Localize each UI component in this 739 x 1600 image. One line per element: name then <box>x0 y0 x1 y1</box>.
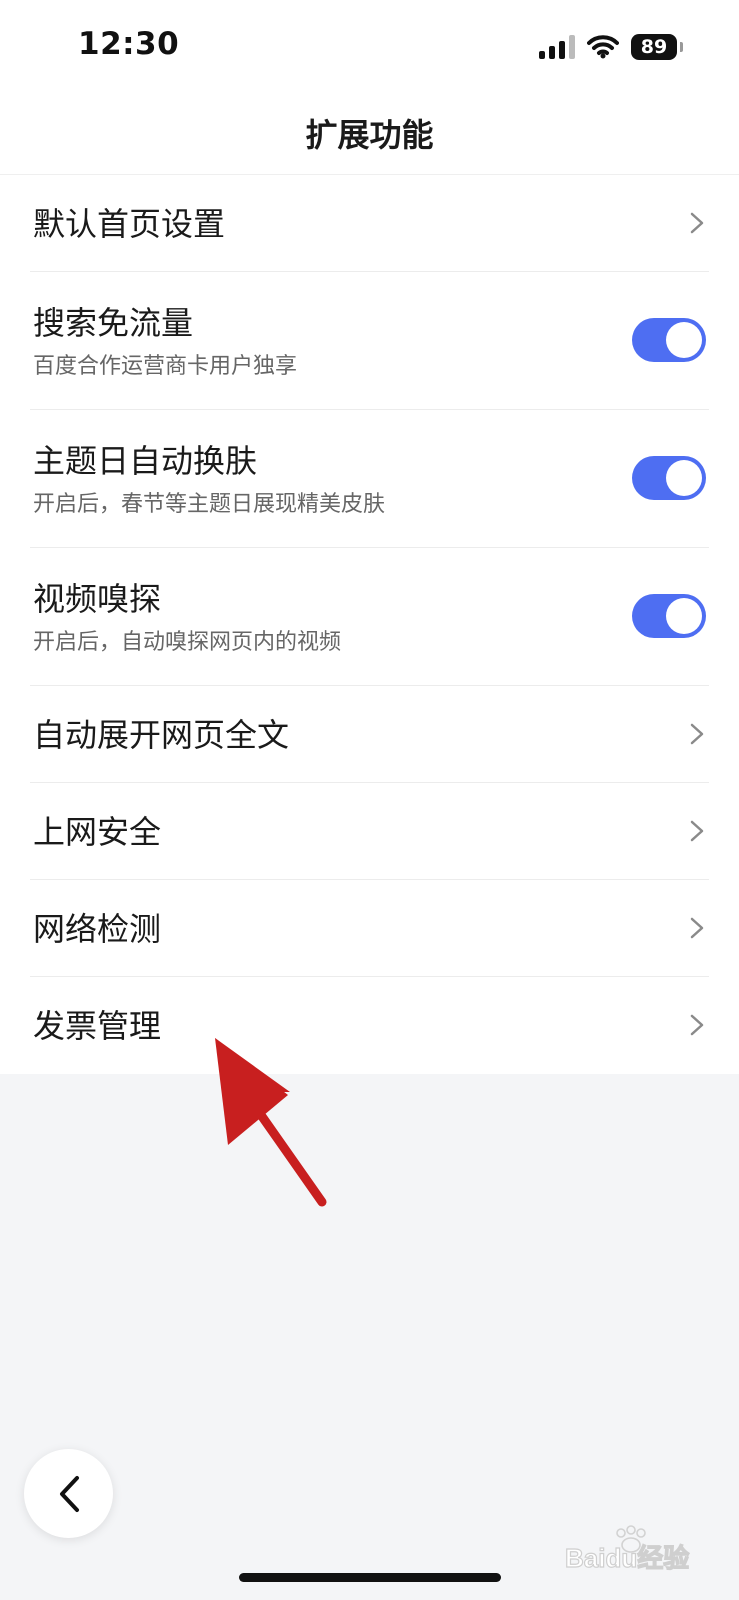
setting-title: 视频嗅探 <box>33 580 162 618</box>
toggle-knob <box>666 322 702 358</box>
setting-subtitle: 百度合作运营商卡用户独享 <box>33 354 298 379</box>
setting-title: 自动展开网页全文 <box>33 716 290 754</box>
nav-bar: 扩展功能 <box>0 96 739 175</box>
toggle-knob <box>666 460 702 496</box>
setting-title: 发票管理 <box>33 1007 162 1045</box>
battery-icon: 89 <box>631 34 683 60</box>
chevron-right-icon <box>690 820 704 842</box>
signal-icon <box>539 35 575 59</box>
baidu-watermark-logo: Baidu经验 <box>565 1525 690 1574</box>
setting-network-detection[interactable]: 网络检测 <box>0 880 739 977</box>
setting-subtitle: 开启后，春节等主题日展现精美皮肤 <box>33 492 386 517</box>
setting-title: 上网安全 <box>33 813 162 851</box>
setting-invoice-management[interactable]: 发票管理 <box>0 977 739 1074</box>
settings-list: 默认首页设置 搜索免流量 百度合作运营商卡用户独享 主题日自动换肤 开启后，春节… <box>0 175 739 1074</box>
setting-auto-expand-page[interactable]: 自动展开网页全文 <box>0 686 739 783</box>
setting-subtitle: 开启后，自动嗅探网页内的视频 <box>33 630 342 655</box>
setting-title: 搜索免流量 <box>33 304 194 342</box>
setting-title: 网络检测 <box>33 910 162 948</box>
back-button[interactable] <box>24 1449 113 1538</box>
search-free-data-toggle[interactable] <box>632 318 706 362</box>
setting-theme-auto-skin: 主题日自动换肤 开启后，春节等主题日展现精美皮肤 <box>0 410 739 548</box>
chevron-right-icon <box>690 1014 704 1036</box>
status-time: 12:30 <box>78 26 180 62</box>
chevron-right-icon <box>690 723 704 745</box>
chevron-left-icon <box>59 1475 79 1512</box>
chevron-right-icon <box>690 212 704 234</box>
setting-default-homepage[interactable]: 默认首页设置 <box>0 175 739 272</box>
status-bar: 12:30 89 <box>0 0 739 96</box>
setting-title: 主题日自动换肤 <box>33 442 258 480</box>
watermark-text: Baidu经验 <box>565 1543 689 1573</box>
chevron-right-icon <box>690 917 704 939</box>
setting-search-free-data: 搜索免流量 百度合作运营商卡用户独享 <box>0 272 739 410</box>
toggle-knob <box>666 598 702 634</box>
page-title: 扩展功能 <box>305 116 434 154</box>
setting-video-sniffing: 视频嗅探 开启后，自动嗅探网页内的视频 <box>0 548 739 686</box>
status-icons: 89 <box>539 34 683 60</box>
setting-browsing-security[interactable]: 上网安全 <box>0 783 739 880</box>
battery-level: 89 <box>640 36 668 58</box>
wifi-icon <box>587 35 619 59</box>
annotation-arrow-icon <box>215 1038 327 1207</box>
theme-auto-skin-toggle[interactable] <box>632 456 706 500</box>
setting-title: 默认首页设置 <box>33 205 226 243</box>
video-sniffing-toggle[interactable] <box>632 594 706 638</box>
home-indicator <box>239 1573 501 1582</box>
